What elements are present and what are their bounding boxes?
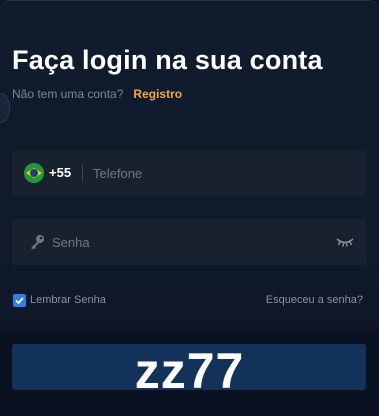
password-field[interactable] — [12, 219, 366, 265]
checkmark-icon — [15, 297, 24, 305]
country-code[interactable]: +55 — [49, 165, 71, 180]
password-input[interactable] — [52, 232, 332, 252]
login-card: Faça login na sua conta Não tem uma cont… — [0, 0, 379, 416]
side-toggle-handle[interactable] — [0, 93, 10, 123]
no-account-text: Não tem uma conta? — [12, 87, 124, 101]
field-divider — [82, 164, 83, 182]
eye-closed-icon[interactable] — [336, 236, 354, 248]
register-link[interactable]: Registro — [133, 87, 182, 101]
watermark-logo: zz77 — [134, 343, 245, 399]
remember-checkbox[interactable] — [13, 294, 26, 307]
register-prompt: Não tem uma conta? Registro — [12, 87, 182, 101]
remember-label[interactable]: Lembrar Senha — [30, 294, 106, 306]
brazil-flag-icon[interactable] — [24, 163, 44, 183]
key-icon — [31, 235, 44, 250]
phone-field[interactable]: +55 — [12, 150, 366, 196]
forgot-password-link[interactable]: Esqueceu a senha? — [266, 294, 363, 306]
page-title: Faça login na sua conta — [12, 45, 323, 75]
phone-input[interactable] — [93, 163, 348, 183]
